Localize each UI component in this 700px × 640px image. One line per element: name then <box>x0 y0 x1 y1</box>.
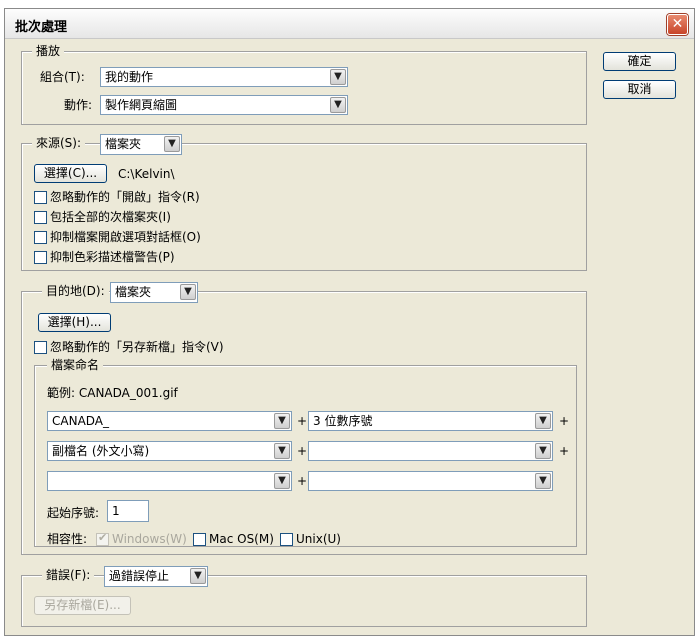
errors-select[interactable]: 過錯誤停止 ▼ <box>104 566 208 587</box>
set-select[interactable]: 我的動作 ▼ <box>100 67 348 87</box>
chevron-down-icon[interactable]: ▼ <box>274 443 290 459</box>
windows-label: Windows(W) <box>112 532 187 546</box>
plus-sign: + <box>559 414 570 428</box>
macos-label[interactable]: Mac OS(M) <box>209 531 274 547</box>
errors-select-value: 過錯誤停止 <box>109 569 170 583</box>
save-as-button: 另存新檔(E)... <box>34 596 131 615</box>
chevron-down-icon[interactable]: ▼ <box>535 473 551 489</box>
chevron-down-icon[interactable]: ▼ <box>164 136 180 152</box>
macos-checkbox[interactable] <box>193 533 206 546</box>
naming-field-1[interactable]: CANADA_ ▼ <box>47 411 292 431</box>
start-number-label: 起始序號: <box>47 506 100 520</box>
errors-label: 錯誤(F): <box>42 567 95 583</box>
destination-choose-button[interactable]: 選擇(H)... <box>38 313 111 332</box>
suppress-profile-warn-checkbox[interactable] <box>34 251 47 264</box>
chevron-down-icon[interactable]: ▼ <box>535 443 551 459</box>
naming-example: 範例: CANADA_001.gif <box>47 386 178 400</box>
destination-label: 目的地(D): <box>42 283 109 299</box>
source-select-value: 檔案夾 <box>105 137 142 151</box>
suppress-profile-warn-label[interactable]: 抑制色彩描述檔警告(P) <box>50 249 175 265</box>
file-naming-group: 檔案命名 範例: CANADA_001.gif CANADA_ ▼ + 3 位數… <box>34 357 577 547</box>
unix-checkbox[interactable] <box>280 533 293 546</box>
play-legend: 播放 <box>32 43 65 59</box>
destination-select-value: 檔案夾 <box>115 285 152 299</box>
set-select-value: 我的動作 <box>105 70 154 84</box>
action-label: 動作: <box>64 98 93 112</box>
chevron-down-icon[interactable]: ▼ <box>190 568 206 584</box>
title-bar: 批次處理 ✕ <box>5 9 694 39</box>
naming-field-1-value: CANADA_ <box>52 414 110 428</box>
ignore-open-label[interactable]: 忽略動作的「開啟」指令(R) <box>50 189 200 205</box>
chevron-down-icon[interactable]: ▼ <box>180 284 196 300</box>
play-group: 播放 組合(T): 我的動作 ▼ 動作: 製作網頁縮圖 ▼ <box>21 43 587 125</box>
batch-dialog: 批次處理 ✕ 確定 取消 播放 組合(T): 我的動作 ▼ 動作: 製作網頁縮圖… <box>4 8 695 636</box>
suppress-open-options-checkbox[interactable] <box>34 231 47 244</box>
plus-sign: + <box>297 474 308 488</box>
plus-sign: + <box>559 444 570 458</box>
chevron-down-icon[interactable]: ▼ <box>330 69 346 85</box>
naming-field-3[interactable]: 副檔名 (外文小寫) ▼ <box>47 441 292 461</box>
cancel-button[interactable]: 取消 <box>603 80 676 99</box>
override-save-label[interactable]: 忽略動作的「另存新檔」指令(V) <box>50 339 224 355</box>
naming-field-2-value: 3 位數序號 <box>313 414 373 428</box>
destination-select[interactable]: 檔案夾 ▼ <box>110 282 198 303</box>
include-subfolders-checkbox[interactable] <box>34 211 47 224</box>
action-select-value: 製作網頁縮圖 <box>105 98 178 112</box>
naming-field-3-value: 副檔名 (外文小寫) <box>52 444 150 458</box>
windows-checkbox: ✔ <box>96 531 109 546</box>
naming-field-6[interactable]: ▼ <box>308 471 553 491</box>
errors-group: 錯誤(F): 過錯誤停止 ▼ 另存新檔(E)... <box>21 566 587 627</box>
include-subfolders-label[interactable]: 包括全部的次檔案夾(I) <box>50 209 171 225</box>
file-naming-legend: 檔案命名 <box>47 357 104 373</box>
source-label: 來源(S): <box>32 135 86 151</box>
source-group: 來源(S): 檔案夾 ▼ 選擇(C)... C:\Kelvin\ 忽略動作的「開… <box>21 134 587 271</box>
checkmark-icon: ✔ <box>98 531 108 544</box>
override-save-checkbox[interactable] <box>34 341 47 354</box>
chevron-down-icon[interactable]: ▼ <box>535 413 551 429</box>
plus-sign: + <box>297 414 308 428</box>
source-path: C:\Kelvin\ <box>118 167 175 181</box>
set-label: 組合(T): <box>40 70 85 84</box>
source-select[interactable]: 檔案夾 ▼ <box>100 134 182 155</box>
action-select[interactable]: 製作網頁縮圖 ▼ <box>100 95 348 115</box>
naming-field-2[interactable]: 3 位數序號 ▼ <box>308 411 553 431</box>
chevron-down-icon[interactable]: ▼ <box>330 97 346 113</box>
chevron-down-icon[interactable]: ▼ <box>274 413 290 429</box>
destination-group: 目的地(D): 檔案夾 ▼ 選擇(H)... 忽略動作的「另存新檔」指令(V) … <box>21 282 587 555</box>
compat-label: 相容性: <box>47 532 88 546</box>
close-icon[interactable]: ✕ <box>667 14 688 35</box>
naming-field-4[interactable]: ▼ <box>308 441 553 461</box>
ok-button[interactable]: 確定 <box>603 52 676 71</box>
unix-label[interactable]: Unix(U) <box>296 531 341 547</box>
plus-sign: + <box>297 444 308 458</box>
ignore-open-checkbox[interactable] <box>34 191 47 204</box>
chevron-down-icon[interactable]: ▼ <box>274 473 290 489</box>
start-number-value: 1 <box>112 504 120 518</box>
window-title: 批次處理 <box>15 20 68 35</box>
suppress-open-options-label[interactable]: 抑制檔案開啟選項對話框(O) <box>50 229 201 245</box>
naming-field-5[interactable]: ▼ <box>47 471 292 491</box>
source-choose-button[interactable]: 選擇(C)... <box>34 164 107 183</box>
start-number-input[interactable]: 1 <box>107 500 149 522</box>
